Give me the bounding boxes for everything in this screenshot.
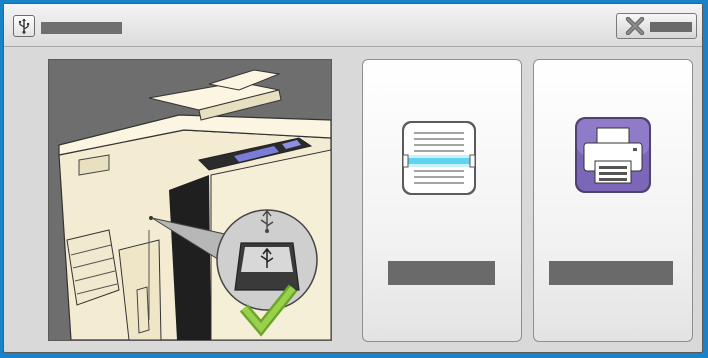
scan-to-usb-label-redacted (388, 261, 495, 285)
window-title (41, 22, 42, 23)
close-button-label (650, 22, 651, 23)
scan-to-usb-option[interactable] (362, 59, 522, 342)
window-title-redacted (41, 22, 122, 34)
printer-usb-port-illustration (48, 59, 332, 341)
close-x-icon (625, 17, 645, 35)
print-from-usb-icon (575, 117, 651, 193)
close-label-redacted (650, 22, 692, 32)
scan-to-usb-icon (402, 121, 476, 195)
usb-icon (13, 15, 35, 37)
print-from-usb-label-redacted (549, 261, 673, 285)
scan-to-usb-label (388, 261, 389, 262)
print-from-usb-label (549, 261, 550, 262)
title-bar (4, 4, 702, 47)
print-from-usb-option[interactable] (533, 59, 693, 342)
close-button[interactable] (616, 13, 697, 39)
usb-dialog (3, 3, 703, 353)
